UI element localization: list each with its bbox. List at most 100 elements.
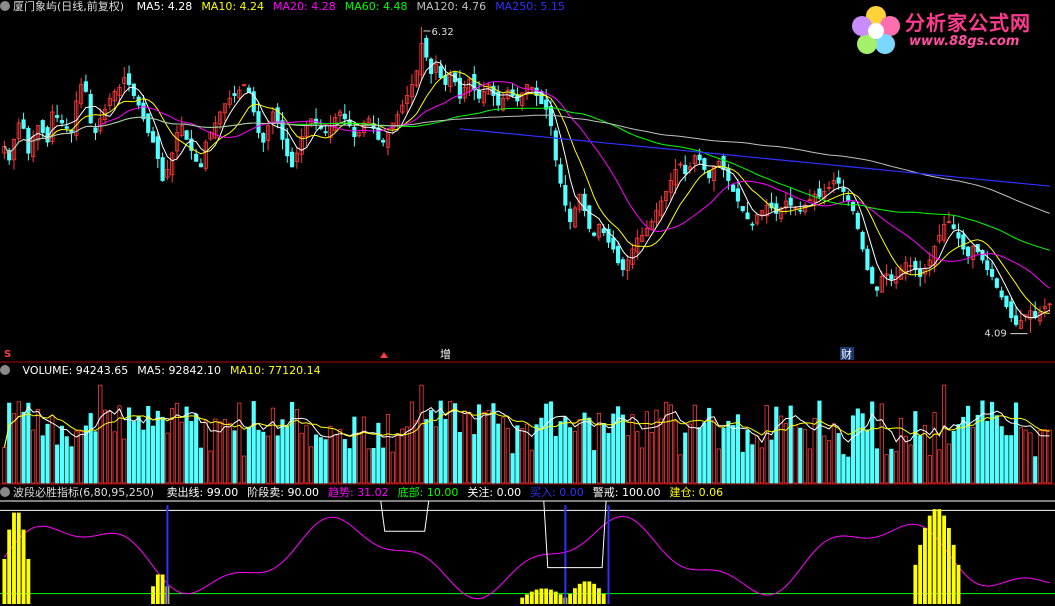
candle-body (59, 119, 65, 124)
volume-bar (946, 443, 951, 484)
build-position-bar (587, 581, 592, 604)
volume-bar (774, 406, 779, 484)
volume-bar (304, 424, 309, 484)
candle-body (1004, 295, 1009, 308)
volume-bar (64, 436, 69, 484)
volume-bar (35, 409, 41, 484)
volume-bar (855, 408, 860, 484)
volume-bar (347, 448, 352, 484)
candle-body (424, 37, 429, 58)
logo-url: www.88gs.com (909, 34, 1020, 49)
volume-bar (457, 432, 462, 484)
volume-bar (822, 435, 827, 484)
volume-bar (299, 432, 304, 484)
candle-body (342, 113, 347, 120)
site-logo: 分析家公式网 www.88gs.com (849, 4, 1049, 58)
candle-body (702, 158, 707, 170)
volume-bar (548, 401, 554, 484)
volume-bar (702, 422, 707, 484)
collapse-icon[interactable] (0, 487, 10, 497)
volume-bar (721, 428, 726, 484)
volume-bar (884, 454, 889, 484)
candle-body (553, 130, 558, 161)
volume-bar (783, 423, 788, 484)
build-position-bar (16, 512, 21, 604)
volume-bar (812, 417, 817, 484)
volume-bar (750, 444, 755, 484)
build-position-bar (918, 544, 923, 604)
price-panel-header: 厦门象屿(日线,前复权) MA5: 4.28 MA10: 4.24 MA20: 4.… (0, 0, 568, 14)
volume-bar (644, 411, 649, 484)
build-position-bar (601, 594, 606, 604)
volume-bar (692, 404, 697, 484)
volume-bar (98, 384, 103, 484)
candle-body (21, 119, 26, 129)
indicator-legend-item: 趋势: 31.02 (327, 486, 389, 499)
volume-bar (237, 402, 242, 484)
volume-bar (831, 423, 836, 484)
candle-body (850, 201, 856, 212)
volume-bar (246, 426, 251, 484)
candle-body (146, 113, 151, 133)
volume-bar (639, 447, 645, 484)
volume-bar (860, 413, 865, 484)
volume-bar (361, 416, 367, 484)
volume-bar (1042, 429, 1047, 484)
volume-bar (26, 402, 31, 484)
price-legend-item: MA60: 4.48 (344, 0, 408, 13)
volume-bar (251, 401, 256, 484)
volume-bar (745, 429, 750, 484)
volume-bar (769, 439, 774, 484)
volume-bar (381, 447, 386, 484)
volume-bar (1009, 435, 1014, 484)
candle-body (855, 212, 860, 229)
collapse-icon[interactable] (0, 1, 10, 11)
volume-bar (366, 448, 371, 484)
alert-line (543, 501, 607, 569)
build-position-bar (549, 589, 553, 604)
volume-bar (405, 426, 410, 484)
price-panel-title: 厦门象屿(日线,前复权) (13, 0, 125, 13)
volume-bar (577, 419, 582, 484)
volume-bar (970, 427, 975, 484)
volume-bar (846, 456, 851, 484)
volume-bar (534, 424, 539, 484)
volume-bar (500, 417, 506, 484)
build-position-bar (26, 558, 31, 604)
build-position-bar (558, 594, 563, 604)
build-position-bar (553, 591, 558, 604)
candle-body (136, 96, 141, 106)
volume-bar (836, 433, 841, 484)
volume-bar (1033, 456, 1038, 484)
build-position-bar (151, 586, 155, 604)
candle-body (261, 132, 266, 143)
candle-body (1013, 315, 1019, 325)
candle-body (381, 140, 386, 143)
candle-body (836, 177, 841, 184)
candle-body (683, 164, 688, 175)
volume-bar (93, 431, 98, 484)
build-position-bar (12, 512, 16, 604)
volume-bar (155, 410, 160, 484)
high-price-label: 6.32 (432, 27, 454, 38)
build-position-bar (529, 591, 534, 604)
volume-bar (285, 425, 290, 484)
candle-body (352, 126, 357, 138)
volume-bar (50, 415, 55, 484)
volume-bar (572, 430, 578, 484)
candle-body (160, 157, 165, 181)
candle-body (64, 126, 69, 129)
volume-legend-item: MA10: 77120.14 (229, 364, 321, 377)
build-position-bar (7, 529, 12, 604)
volume-bar (759, 447, 765, 484)
volume-bar (160, 416, 165, 484)
build-position-bar (155, 574, 160, 604)
volume-bar (429, 410, 434, 484)
candle-body (45, 127, 50, 143)
volume-bar (798, 427, 803, 484)
volume-bar (266, 435, 271, 484)
volume-bar (275, 435, 280, 484)
collapse-icon[interactable] (0, 365, 10, 375)
candle-body (989, 269, 995, 277)
build-position-bar (951, 544, 956, 604)
